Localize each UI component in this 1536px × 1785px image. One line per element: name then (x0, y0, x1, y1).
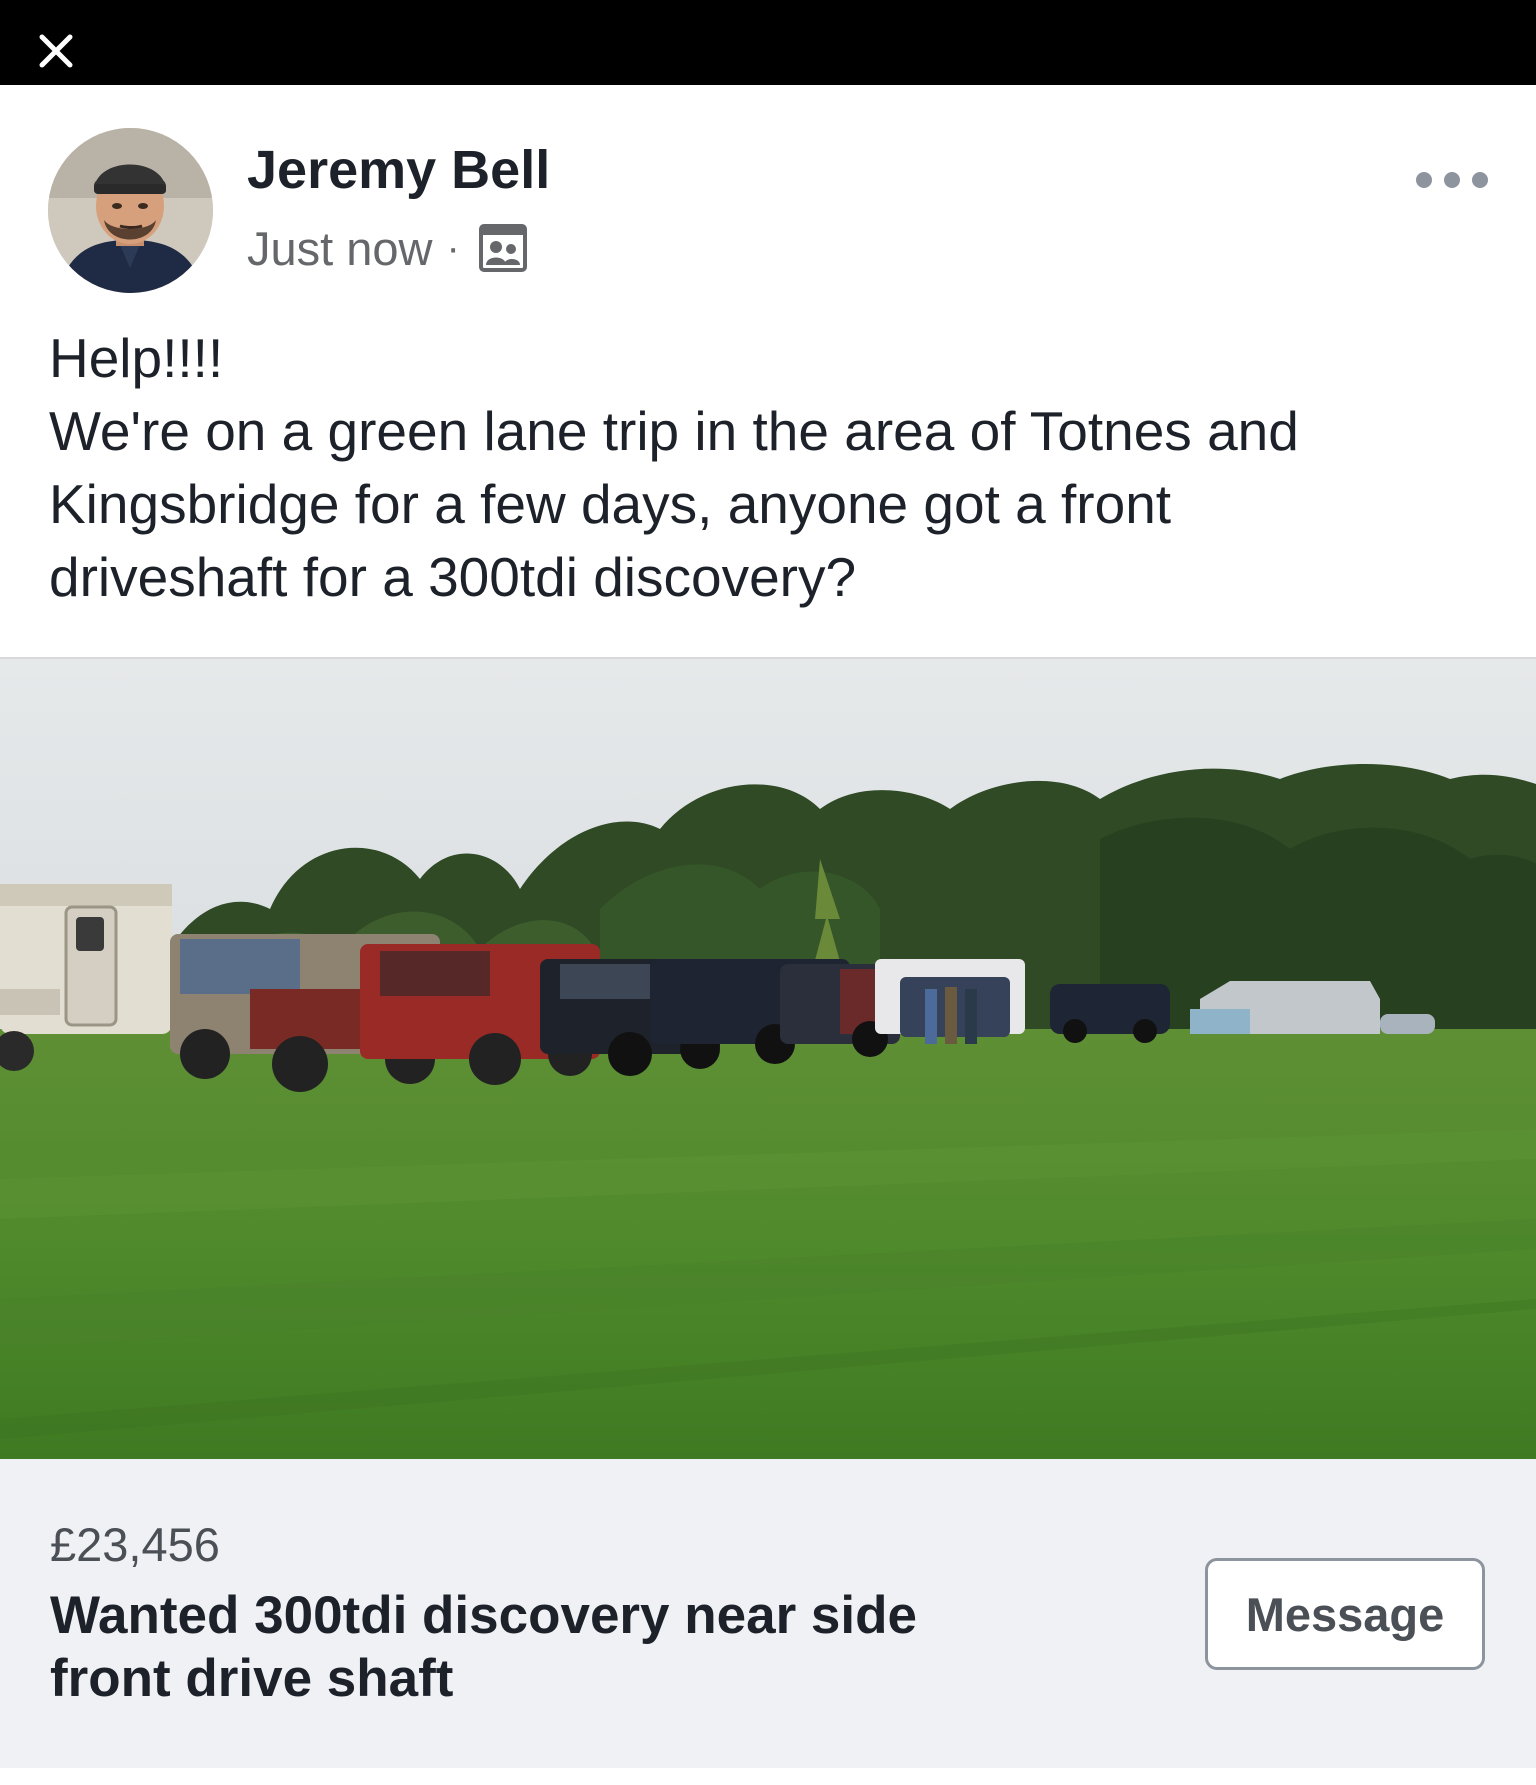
bottom-edge (0, 1768, 1536, 1785)
post-line: driveshaft for a 300tdi discovery? (49, 546, 857, 608)
post-meta: Just now · (247, 218, 528, 278)
message-button[interactable]: Message (1205, 1558, 1485, 1670)
close-button[interactable] (30, 25, 82, 77)
group-icon (478, 224, 527, 272)
close-icon (39, 34, 73, 68)
more-options-button[interactable] (1412, 160, 1492, 200)
post-line: We're on a green lane trip in the area o… (49, 400, 1299, 462)
meta-separator: · (446, 225, 460, 270)
listing-price: £23,456 (50, 1518, 220, 1571)
more-options-icon (1416, 172, 1488, 188)
post-line: Help!!!! (49, 327, 224, 389)
timestamp: Just now (247, 221, 433, 275)
profile-photo (48, 128, 213, 293)
listing-card[interactable]: £23,456 Wanted 300tdi discovery near sid… (0, 1459, 1536, 1785)
listing-title-line: Wanted 300tdi discovery near side (50, 1586, 917, 1645)
marketplace-post-view: Jeremy Bell Just now · Help!!!! We're on… (0, 0, 1536, 1785)
post-line: Kingsbridge for a few days, anyone got a… (49, 473, 1172, 535)
listing-title: Wanted 300tdi discovery near side front … (50, 1584, 1150, 1710)
listing-title-line: front drive shaft (50, 1649, 454, 1708)
post-body: Help!!!! We're on a green lane trip in t… (49, 322, 1489, 614)
author-name[interactable]: Jeremy Bell (247, 140, 550, 200)
post-photo[interactable] (0, 657, 1536, 1459)
avatar[interactable] (48, 128, 213, 293)
top-bar (0, 0, 1536, 85)
campsite-photo (0, 659, 1536, 1459)
